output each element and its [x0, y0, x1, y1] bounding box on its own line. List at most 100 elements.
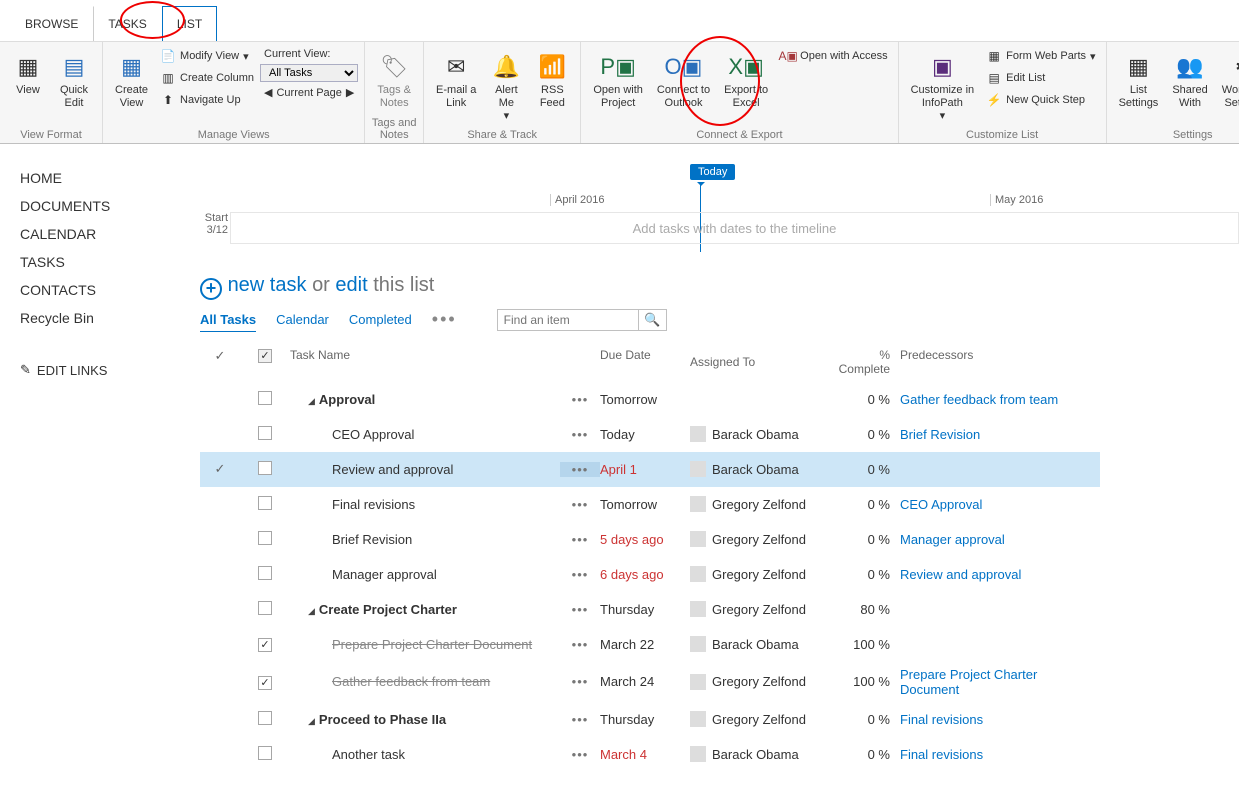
predecessor-link[interactable]: Gather feedback from team — [900, 392, 1058, 407]
predecessor-link[interactable]: Manager approval — [900, 532, 1005, 547]
row-checkbox[interactable] — [258, 638, 272, 652]
edit-list-button[interactable]: ▤Edit List — [982, 68, 1099, 88]
workflow-settings-button[interactable]: ⚙ Workflow Settings ▾ — [1216, 46, 1239, 127]
customize-infopath-button[interactable]: ▣ Customize in InfoPath ▾ — [905, 46, 981, 127]
table-row[interactable]: Another task•••March 4Barack Obama0 %Fin… — [200, 737, 1100, 772]
tab-list[interactable]: LIST — [162, 6, 217, 41]
row-menu-button[interactable]: ••• — [560, 602, 600, 617]
col-task-name[interactable]: Task Name — [290, 348, 560, 376]
viewtab-more[interactable]: ••• — [432, 309, 457, 330]
row-menu-button[interactable]: ••• — [560, 567, 600, 582]
table-row[interactable]: ✓Review and approval•••April 1Barack Oba… — [200, 452, 1100, 487]
open-with-project-button[interactable]: P▣ Open with Project — [587, 46, 649, 114]
caret-icon[interactable]: ◢ — [308, 716, 315, 726]
sidebar-item-documents[interactable]: DOCUMENTS — [20, 192, 190, 220]
connect-to-outlook-button[interactable]: O▣ Connect to Outlook — [651, 46, 716, 114]
sidebar-item-home[interactable]: HOME — [20, 164, 190, 192]
table-row[interactable]: Manager approval•••6 days agoGregory Zel… — [200, 557, 1100, 592]
row-checkbox[interactable] — [258, 531, 272, 545]
plus-icon[interactable]: + — [200, 278, 222, 300]
create-view-button[interactable]: ▦ Create View — [109, 46, 154, 114]
search-input[interactable] — [498, 310, 638, 330]
table-row[interactable]: ◢Approval•••Tomorrow0 %Gather feedback f… — [200, 382, 1100, 417]
table-row[interactable]: CEO Approval•••TodayBarack Obama0 %Brief… — [200, 417, 1100, 452]
row-checkbox[interactable] — [258, 711, 272, 725]
table-row[interactable]: Gather feedback from team•••March 24Greg… — [200, 662, 1100, 702]
predecessor-link[interactable]: CEO Approval — [900, 497, 982, 512]
edit-links-button[interactable]: ✎ EDIT LINKS — [20, 362, 190, 378]
task-name[interactable]: Create Project Charter — [319, 602, 457, 617]
tab-browse[interactable]: BROWSE — [10, 6, 93, 41]
view-selector[interactable]: All Tasks — [260, 64, 358, 82]
task-name[interactable]: Review and approval — [332, 462, 453, 477]
table-row[interactable]: Brief Revision•••5 days agoGregory Zelfo… — [200, 522, 1100, 557]
email-link-button[interactable]: ✉ E-mail a Link — [430, 46, 482, 114]
table-row[interactable]: Final revisions•••TomorrowGregory Zelfon… — [200, 487, 1100, 522]
sidebar-item-tasks[interactable]: TASKS — [20, 248, 190, 276]
modify-view-button[interactable]: 📄Modify View ▾ — [156, 46, 258, 66]
viewtab-completed[interactable]: Completed — [349, 308, 412, 331]
create-column-button[interactable]: ▥Create Column — [156, 68, 258, 88]
row-menu-button[interactable]: ••• — [560, 747, 600, 762]
table-row[interactable]: Prepare Project Charter Document•••March… — [200, 627, 1100, 662]
task-name[interactable]: Final revisions — [332, 497, 415, 512]
col-pct-complete[interactable]: % Complete — [830, 348, 900, 376]
task-name[interactable]: Prepare Project Charter Document — [332, 637, 532, 652]
task-name[interactable]: Brief Revision — [332, 532, 412, 547]
row-menu-button[interactable]: ••• — [560, 392, 600, 407]
row-menu-button[interactable]: ••• — [560, 674, 600, 689]
row-checkbox[interactable] — [258, 391, 272, 405]
col-predecessors[interactable]: Predecessors — [900, 348, 1100, 376]
col-due-date[interactable]: Due Date — [600, 348, 690, 376]
navigate-up-button[interactable]: ⬆Navigate Up — [156, 90, 258, 110]
predecessor-link[interactable]: Final revisions — [900, 747, 983, 762]
alert-me-button[interactable]: 🔔 Alert Me ▾ — [484, 46, 528, 127]
table-row[interactable]: ◢Create Project Charter•••ThursdayGregor… — [200, 592, 1100, 627]
task-name[interactable]: Another task — [332, 747, 405, 762]
caret-icon[interactable]: ◢ — [308, 396, 315, 406]
caret-icon[interactable]: ◢ — [308, 606, 315, 616]
task-name[interactable]: CEO Approval — [332, 427, 414, 442]
table-row[interactable]: ◢Proceed to Phase IIa•••ThursdayGregory … — [200, 702, 1100, 737]
row-menu-button[interactable]: ••• — [560, 637, 600, 652]
open-with-access-button[interactable]: A▣Open with Access — [776, 46, 891, 66]
row-checkbox[interactable] — [258, 676, 272, 690]
header-select-all-checkbox[interactable] — [258, 349, 272, 363]
col-assigned-to[interactable]: Assigned To — [690, 348, 830, 376]
timeline-bar[interactable]: Add tasks with dates to the timeline — [230, 212, 1239, 244]
new-quick-step-button[interactable]: ⚡New Quick Step — [982, 90, 1099, 110]
task-name[interactable]: Gather feedback from team — [332, 674, 490, 689]
viewtab-calendar[interactable]: Calendar — [276, 308, 329, 331]
tab-tasks[interactable]: TASKS — [93, 6, 161, 41]
row-menu-button[interactable]: ••• — [560, 712, 600, 727]
predecessor-link[interactable]: Prepare Project Charter Document — [900, 667, 1037, 697]
row-checkbox[interactable] — [258, 496, 272, 510]
form-web-parts-button[interactable]: ▦Form Web Parts ▾ — [982, 46, 1099, 66]
row-menu-button[interactable]: ••• — [560, 462, 600, 477]
predecessor-link[interactable]: Final revisions — [900, 712, 983, 727]
row-checkbox[interactable] — [258, 746, 272, 760]
task-name[interactable]: Manager approval — [332, 567, 437, 582]
search-button[interactable]: 🔍 — [638, 310, 666, 330]
list-settings-button[interactable]: ▦ List Settings — [1113, 46, 1165, 114]
row-checkbox[interactable] — [258, 566, 272, 580]
row-checkbox[interactable] — [258, 461, 272, 475]
task-name[interactable]: Proceed to Phase IIa — [319, 712, 446, 727]
row-checkbox[interactable] — [258, 601, 272, 615]
quick-edit-button[interactable]: ▤ Quick Edit — [52, 46, 96, 114]
rss-feed-button[interactable]: 📶 RSS Feed — [530, 46, 574, 114]
shared-with-button[interactable]: 👥 Shared With — [1166, 46, 1213, 114]
row-menu-button[interactable]: ••• — [560, 427, 600, 442]
row-menu-button[interactable]: ••• — [560, 532, 600, 547]
sidebar-item-contacts[interactable]: CONTACTS — [20, 276, 190, 304]
export-to-excel-button[interactable]: X▣ Export to Excel — [718, 46, 774, 114]
sidebar-item-recycle-bin[interactable]: Recycle Bin — [20, 304, 190, 332]
sidebar-item-calendar[interactable]: CALENDAR — [20, 220, 190, 248]
predecessor-link[interactable]: Review and approval — [900, 567, 1021, 582]
view-button[interactable]: ▦ View — [6, 46, 50, 101]
task-name[interactable]: Approval — [319, 392, 375, 407]
current-page-nav[interactable]: ◀ Current Page ▶ — [260, 84, 358, 101]
edit-list-link[interactable]: edit — [335, 274, 367, 296]
new-task-link[interactable]: new task — [228, 274, 307, 296]
predecessor-link[interactable]: Brief Revision — [900, 427, 980, 442]
